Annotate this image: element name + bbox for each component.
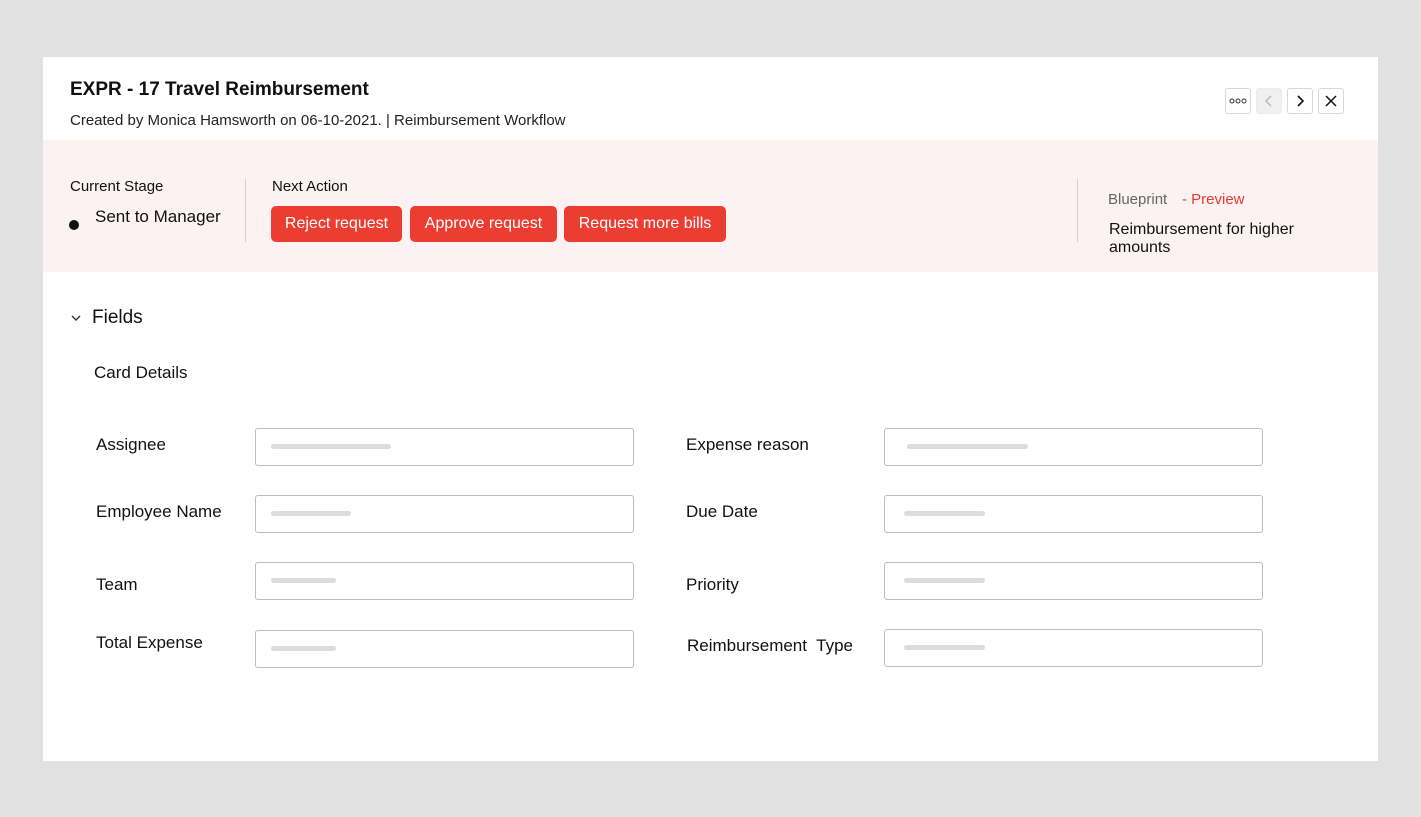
field-placeholder [907, 444, 1028, 449]
priority-field[interactable] [884, 562, 1263, 600]
card-details-title: Card Details [94, 363, 188, 382]
record-toolbar [1225, 88, 1349, 116]
blueprint-label: Blueprint [1108, 191, 1168, 208]
stage-divider [245, 179, 246, 242]
stage-bullet-icon [69, 220, 79, 230]
chevron-left-icon [1265, 95, 1272, 107]
record-card: EXPR - 17 Travel Reimbursement Created b… [43, 57, 1378, 761]
request-more-bills-button[interactable]: Request more bills [564, 206, 726, 242]
next-action-label: Next Action [272, 178, 348, 195]
field-placeholder [271, 578, 336, 583]
chevron-down-icon [71, 315, 81, 321]
reimbursement-type-field[interactable] [884, 629, 1263, 667]
blueprint-stage-band: Current Stage Sent to Manager Next Actio… [43, 140, 1378, 272]
field-placeholder [271, 511, 351, 516]
current-stage-label: Current Stage [70, 178, 164, 195]
reject-request-button[interactable]: Reject request [271, 206, 402, 242]
field-placeholder [904, 645, 985, 650]
assignee-field[interactable] [255, 428, 634, 466]
current-stage-value: Sent to Manager [95, 207, 221, 226]
field-placeholder [904, 511, 985, 516]
field-placeholder [271, 646, 336, 651]
field-placeholder [904, 578, 985, 583]
priority-label: Priority [686, 575, 739, 594]
blueprint-name: Reimbursement for higher amounts [1109, 221, 1294, 256]
field-placeholder [271, 444, 391, 449]
next-record-button[interactable] [1287, 88, 1313, 114]
more-options-button[interactable] [1225, 88, 1251, 114]
previous-record-button[interactable] [1256, 88, 1282, 114]
expense-reason-label: Expense reason [686, 435, 809, 454]
more-dots-icon [1229, 98, 1247, 104]
fields-section-title: Fields [92, 307, 143, 328]
record-subtitle: Created by Monica Hamsworth on 06-10-202… [70, 112, 566, 129]
due-date-field[interactable] [884, 495, 1263, 533]
page-title: EXPR - 17 Travel Reimbursement [70, 79, 369, 100]
blueprint-preview-link[interactable]: - Preview [1182, 191, 1245, 208]
team-label: Team [96, 575, 138, 594]
total-expense-label: Total Expense [96, 633, 203, 652]
chevron-right-icon [1297, 95, 1305, 107]
team-field[interactable] [255, 562, 634, 600]
employee-name-field[interactable] [255, 495, 634, 533]
total-expense-field[interactable] [255, 630, 634, 668]
fields-section-toggle[interactable]: Fields [70, 307, 143, 329]
blueprint-divider [1077, 179, 1078, 242]
assignee-label: Assignee [96, 435, 166, 454]
reimbursement-type-label: Reimbursement Type [687, 636, 853, 655]
close-button[interactable] [1318, 88, 1344, 114]
expense-reason-field[interactable] [884, 428, 1263, 466]
approve-request-button[interactable]: Approve request [410, 206, 557, 242]
due-date-label: Due Date [686, 502, 758, 521]
employee-name-label: Employee Name [96, 502, 222, 521]
close-icon [1325, 95, 1337, 107]
